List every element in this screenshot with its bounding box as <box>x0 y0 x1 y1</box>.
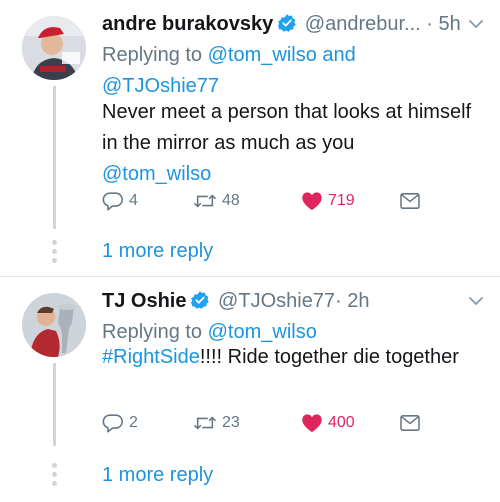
timestamp[interactable]: 5h <box>439 13 461 35</box>
reply-button[interactable]: 4 <box>102 186 138 216</box>
direct-message-icon <box>399 414 421 432</box>
retweet-button[interactable]: 23 <box>193 408 240 438</box>
hashtag-link[interactable]: #RightSide <box>102 346 200 368</box>
direct-message-button[interactable] <box>399 408 421 438</box>
retweet-button[interactable]: 48 <box>193 186 240 216</box>
display-name[interactable]: andre burakovsky <box>102 13 273 35</box>
thread-line <box>53 363 56 446</box>
like-count: 400 <box>328 414 355 431</box>
handle[interactable]: @TJOshie77 <box>218 290 335 312</box>
retweet-icon <box>193 412 217 434</box>
mention-link[interactable]: @tom_wilso <box>102 163 211 185</box>
retweet-icon <box>193 190 217 212</box>
tweet-actions: 4 48 719 <box>102 186 432 216</box>
reply-icon <box>102 412 124 434</box>
handle[interactable]: @andrebur... <box>305 13 421 35</box>
reply-count: 2 <box>129 414 138 431</box>
chevron-down-icon[interactable] <box>466 13 486 43</box>
avatar[interactable] <box>22 16 86 80</box>
tweet-header: TJ Oshie @TJOshie77· 2h <box>102 286 490 316</box>
direct-message-icon <box>399 192 421 210</box>
tweet-actions: 2 23 400 <box>102 408 432 438</box>
separator: · <box>335 290 342 312</box>
tweet-body: !!!! Ride together die together <box>199 346 459 368</box>
tweet-header: andre burakovsky @andrebur... · 5h <box>102 9 490 39</box>
like-heart-icon <box>301 191 323 211</box>
replying-prefix: Replying to <box>102 321 203 343</box>
reply-icon <box>102 190 124 212</box>
reply-count: 4 <box>129 192 138 209</box>
more-replies-link[interactable]: 1 more reply <box>102 460 213 490</box>
like-heart-icon <box>301 413 323 433</box>
direct-message-button[interactable] <box>399 186 421 216</box>
like-button[interactable]: 400 <box>301 408 355 438</box>
like-count: 719 <box>328 192 355 209</box>
verified-badge-icon <box>190 289 210 319</box>
verified-badge-icon <box>277 12 297 42</box>
like-button[interactable]: 719 <box>301 186 355 216</box>
tweet-text: Never meet a person that looks at himsel… <box>102 97 492 190</box>
replying-to: Replying to @tom_wilso and @TJOshie77 <box>102 40 492 102</box>
replying-prefix: Replying to <box>102 44 203 66</box>
timestamp[interactable]: 2h <box>347 290 369 312</box>
avatar[interactable] <box>22 293 86 357</box>
reply-button[interactable]: 2 <box>102 408 138 438</box>
thread-dots <box>49 240 59 267</box>
tweet-text: #RightSide!!!! Ride together die togethe… <box>102 342 492 373</box>
separator: · <box>426 13 433 35</box>
mention-link[interactable]: @tom_wilso <box>208 321 317 343</box>
thread-line <box>53 86 56 229</box>
replying-joiner: and <box>322 44 356 66</box>
tweet-body: Never meet a person that looks at himsel… <box>102 101 472 154</box>
tweet[interactable]: TJ Oshie @TJOshie77· 2h Replying to @tom… <box>0 277 500 502</box>
thread-dots <box>49 463 59 490</box>
mention-link[interactable]: @TJOshie77 <box>102 75 219 97</box>
mention-link[interactable]: @tom_wilso <box>208 44 317 66</box>
more-replies-link[interactable]: 1 more reply <box>102 236 213 266</box>
retweet-count: 48 <box>222 192 240 209</box>
chevron-down-icon[interactable] <box>466 290 486 320</box>
retweet-count: 23 <box>222 414 240 431</box>
tweet[interactable]: andre burakovsky @andrebur... · 5h Reply… <box>0 0 500 276</box>
display-name[interactable]: TJ Oshie <box>102 290 186 312</box>
